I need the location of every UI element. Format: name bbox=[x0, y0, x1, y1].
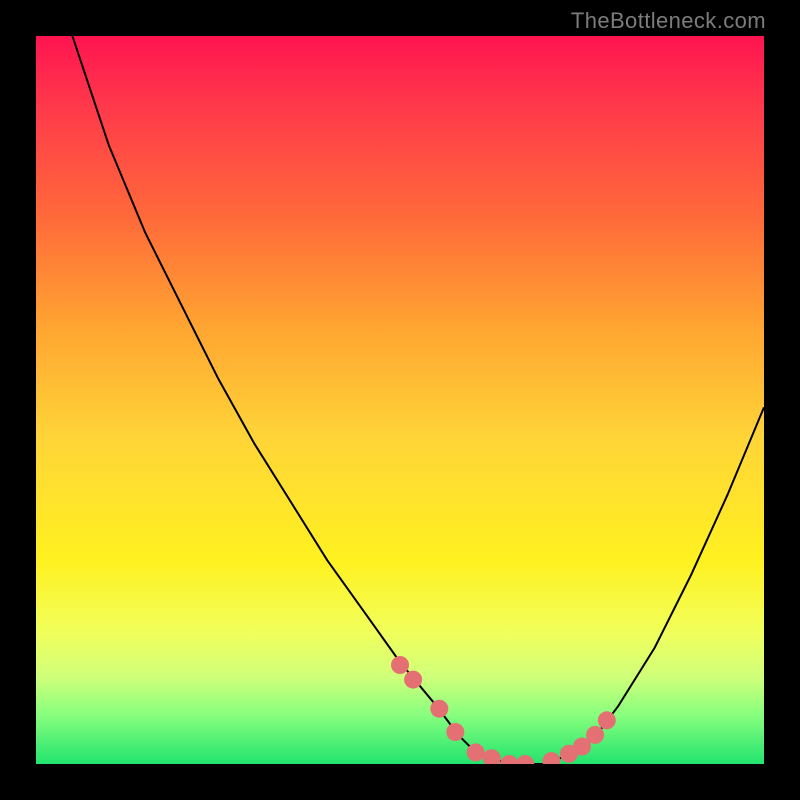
marker-dot bbox=[467, 743, 485, 761]
chart-stage: TheBottleneck.com bbox=[0, 0, 800, 800]
marker-dot bbox=[430, 700, 448, 718]
marker-dot bbox=[586, 726, 604, 744]
watermark-text: TheBottleneck.com bbox=[571, 8, 766, 34]
curve-layer bbox=[36, 36, 764, 764]
marker-dot bbox=[500, 755, 518, 764]
marker-dot bbox=[446, 723, 464, 741]
marker-dot bbox=[483, 749, 501, 764]
marker-dot bbox=[542, 752, 560, 764]
marker-group bbox=[391, 656, 616, 764]
marker-dot bbox=[516, 755, 534, 764]
bottleneck-curve bbox=[36, 36, 764, 764]
marker-dot bbox=[391, 656, 409, 674]
plot-area bbox=[36, 36, 764, 764]
marker-dot bbox=[404, 671, 422, 689]
marker-dot bbox=[598, 711, 616, 729]
